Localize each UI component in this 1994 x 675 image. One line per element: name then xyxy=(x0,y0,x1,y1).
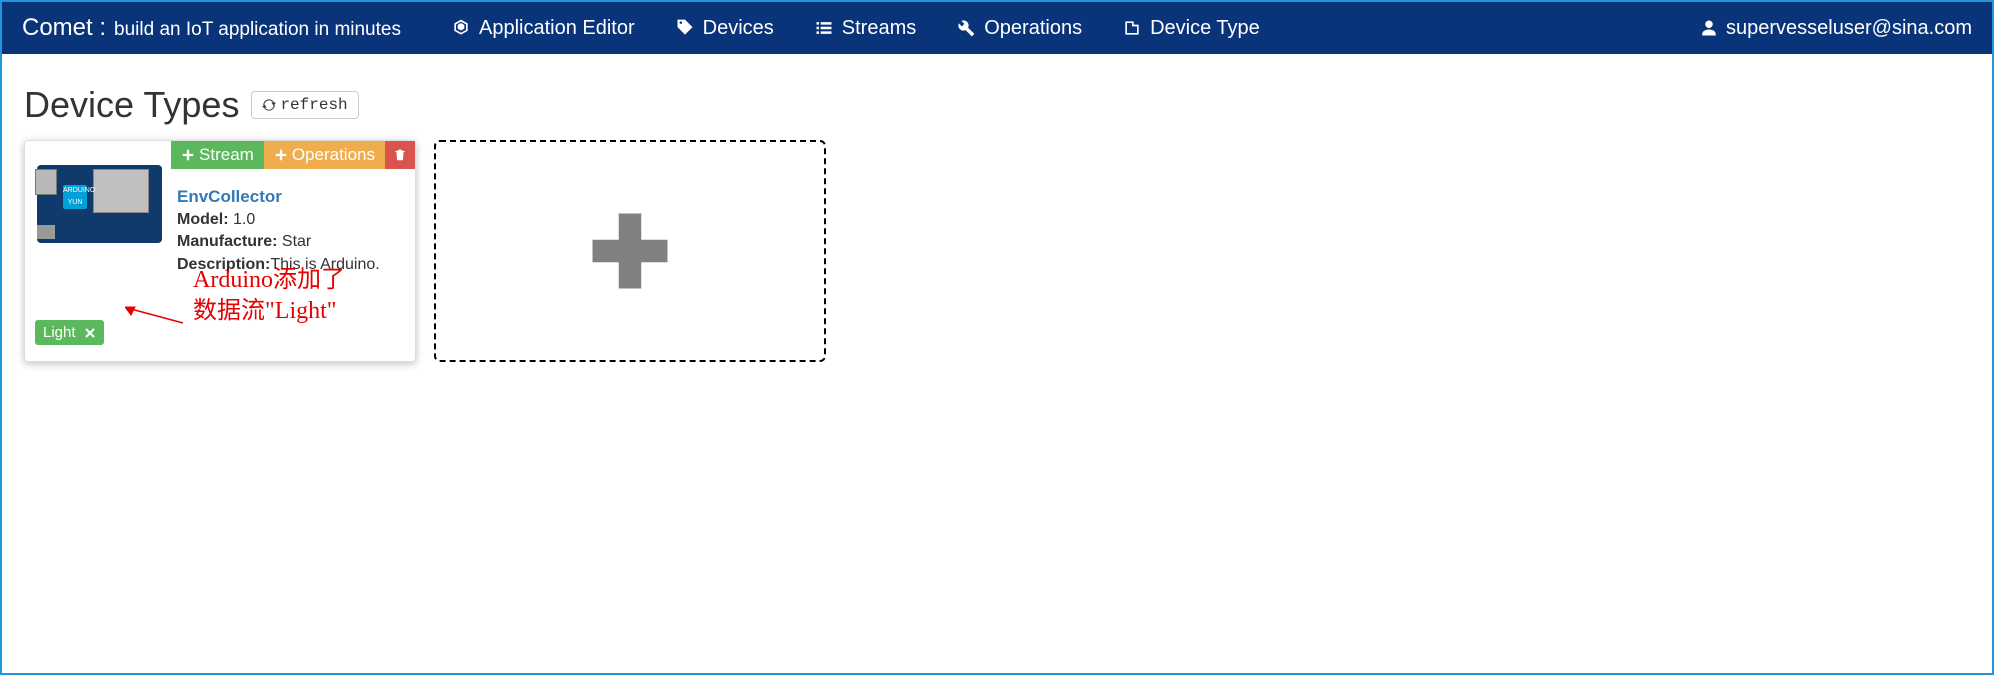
device-image: ARDUINO YUN xyxy=(35,155,165,253)
top-navbar: Comet : build an IoT application in minu… xyxy=(2,2,1992,54)
device-manufacture: Manufacture: Star xyxy=(177,231,380,253)
brand-tagline: build an IoT application in minutes xyxy=(114,19,401,41)
list-icon xyxy=(814,18,834,38)
delete-button[interactable] xyxy=(385,141,415,169)
add-operations-button[interactable]: Operations xyxy=(264,141,385,169)
refresh-icon xyxy=(262,98,276,112)
user-icon xyxy=(1700,19,1718,37)
nav-label: Streams xyxy=(842,17,916,40)
card-body: ARDUINO YUN EnvCollector Model: 1.0 Manu… xyxy=(35,155,405,276)
annotation-arrow xyxy=(125,305,185,325)
nav-devices[interactable]: Devices xyxy=(675,17,774,40)
nav-label: Devices xyxy=(703,17,774,40)
content-area: Device Types refresh Stream Operations xyxy=(2,54,1992,392)
nav-label: Operations xyxy=(984,17,1082,40)
nav-items: Application Editor Devices Streams Opera… xyxy=(451,17,1260,40)
device-icon xyxy=(1122,18,1142,38)
nav-operations[interactable]: Operations xyxy=(956,17,1082,40)
user-email: supervesseluser@sina.com xyxy=(1726,17,1972,40)
user-menu[interactable]: supervesseluser@sina.com xyxy=(1700,17,1972,40)
refresh-button[interactable]: refresh xyxy=(251,91,358,119)
device-info: EnvCollector Model: 1.0 Manufacture: Sta… xyxy=(177,185,380,276)
brand[interactable]: Comet : build an IoT application in minu… xyxy=(22,14,401,42)
card-actions: Stream Operations xyxy=(171,141,415,169)
nav-label: Device Type xyxy=(1150,17,1260,40)
refresh-label: refresh xyxy=(280,96,347,114)
stream-tag-light[interactable]: Light xyxy=(35,320,104,345)
plus-icon xyxy=(181,148,195,162)
cards-row: Stream Operations ARDUINO YUN xyxy=(24,140,1970,362)
close-icon[interactable] xyxy=(84,327,96,339)
page-header: Device Types refresh xyxy=(24,84,1970,126)
page-title: Device Types xyxy=(24,84,239,126)
plus-icon xyxy=(585,206,675,296)
wrench-icon xyxy=(956,18,976,38)
brand-name: Comet : xyxy=(22,14,106,42)
hexagon-icon xyxy=(451,18,471,38)
add-stream-button[interactable]: Stream xyxy=(171,141,264,169)
nav-application-editor[interactable]: Application Editor xyxy=(451,17,635,40)
btn-label: Operations xyxy=(292,145,375,165)
nav-label: Application Editor xyxy=(479,17,635,40)
device-type-card: Stream Operations ARDUINO YUN xyxy=(24,140,416,362)
trash-icon xyxy=(393,148,407,162)
annotation-text: Arduino添加了 数据流"Light" xyxy=(193,265,345,327)
btn-label: Stream xyxy=(199,145,254,165)
add-device-type-card[interactable] xyxy=(434,140,826,362)
tag-icon xyxy=(675,18,695,38)
nav-device-type[interactable]: Device Type xyxy=(1122,17,1260,40)
nav-streams[interactable]: Streams xyxy=(814,17,916,40)
tag-label: Light xyxy=(43,324,76,341)
plus-icon xyxy=(274,148,288,162)
device-name[interactable]: EnvCollector xyxy=(177,185,380,209)
device-model: Model: 1.0 xyxy=(177,209,380,231)
